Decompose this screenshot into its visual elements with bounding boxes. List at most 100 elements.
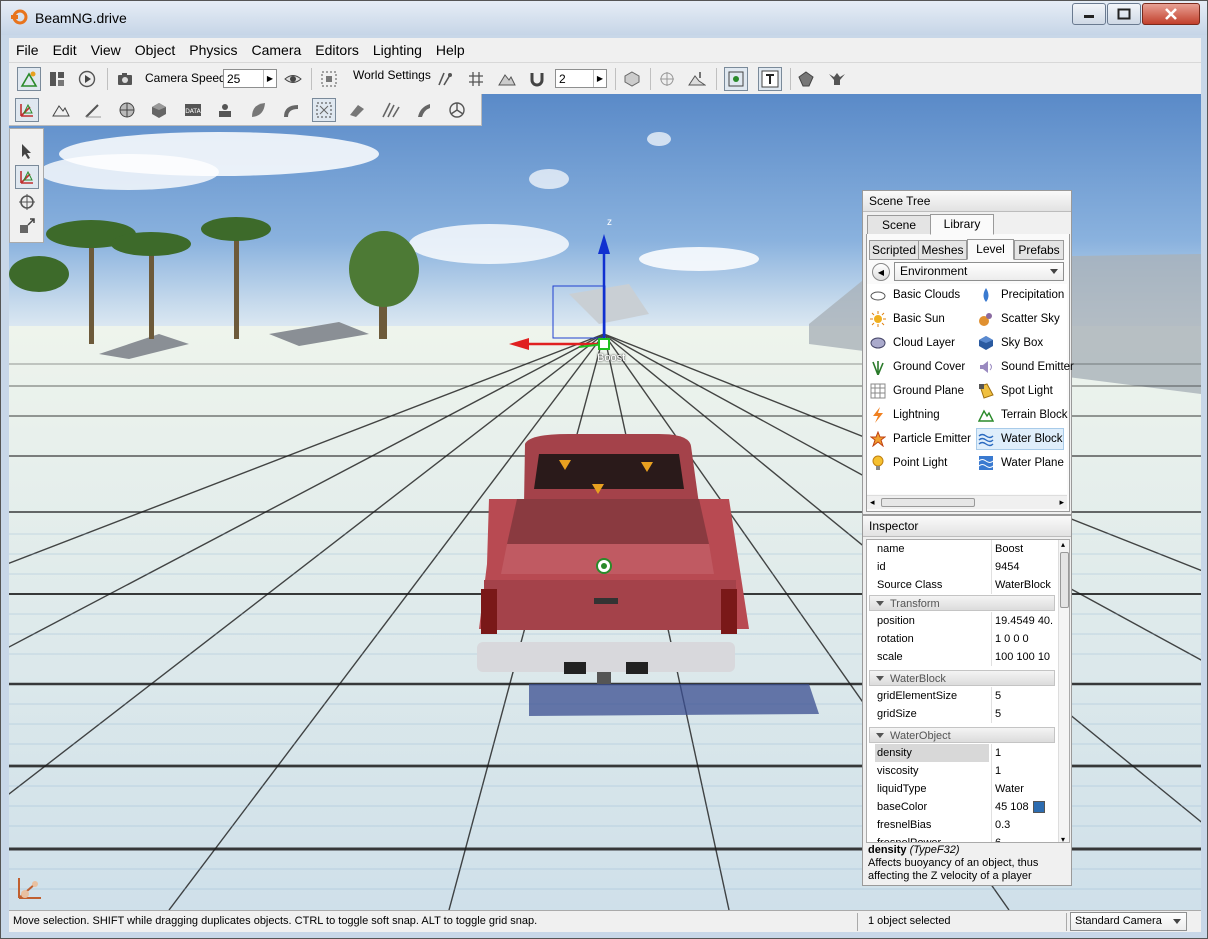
group-header-transform[interactable]: Transform	[869, 595, 1055, 611]
scroll-right-icon[interactable]: ▸	[1059, 497, 1064, 508]
navmesh-editor-button[interactable]	[413, 98, 437, 122]
play-button[interactable]	[75, 67, 99, 91]
property-value[interactable]: 45 108	[991, 798, 1031, 816]
property-value[interactable]: 100 100 10	[991, 648, 1053, 666]
scrollbar-thumb[interactable]	[881, 498, 975, 507]
inspector-vertical-scrollbar[interactable]: ▴ ▾	[1058, 540, 1069, 842]
collision-button[interactable]	[794, 67, 818, 91]
menu-help[interactable]: Help	[429, 39, 472, 61]
world-editor-button[interactable]	[17, 67, 41, 91]
subtab-level[interactable]: Level	[967, 239, 1014, 260]
property-row[interactable]: Source Class WaterBlock	[867, 576, 1055, 594]
camera-mode-dropdown[interactable]: Standard Camera	[1070, 912, 1187, 931]
material-editor-button[interactable]	[115, 98, 139, 122]
color-swatch[interactable]	[1033, 801, 1045, 813]
minimize-button[interactable]	[1072, 3, 1106, 25]
group-header-waterblock[interactable]: WaterBlock	[869, 670, 1055, 686]
property-value[interactable]: Water	[991, 780, 1053, 798]
camera-button[interactable]	[113, 67, 137, 91]
mesh-road-editor-button[interactable]	[379, 98, 403, 122]
datablock-editor-button[interactable]: DATA	[181, 98, 205, 122]
snap-value-input[interactable]: 2 ▶	[555, 69, 607, 88]
property-row[interactable]: gridElementSize 5	[867, 687, 1055, 705]
mesh-editor-button[interactable]	[147, 98, 171, 122]
list-item[interactable]: Basic Clouds	[869, 285, 960, 305]
list-item[interactable]: Ground Plane	[869, 381, 964, 401]
grid-snap-button[interactable]	[464, 67, 488, 91]
property-value[interactable]: 5	[991, 705, 1053, 723]
magnet-snap-button[interactable]	[525, 67, 549, 91]
drop-to-ground-button[interactable]	[685, 67, 709, 91]
property-value[interactable]: 9454	[991, 558, 1053, 576]
tab-library[interactable]: Library	[930, 214, 994, 235]
road-editor-button[interactable]	[279, 98, 303, 122]
list-item[interactable]: Water Plane	[977, 453, 1064, 473]
decal-editor-button[interactable]	[312, 98, 336, 122]
subtab-prefabs[interactable]: Prefabs	[1014, 240, 1064, 260]
visibility-button[interactable]	[281, 67, 305, 91]
property-row[interactable]: baseColor 45 108	[867, 798, 1055, 816]
rotate-tool-button[interactable]	[15, 190, 39, 214]
property-value[interactable]: 1 0 0 0	[991, 630, 1053, 648]
property-value[interactable]: 19.4549 40.5	[991, 612, 1053, 630]
property-row[interactable]: id 9454	[867, 558, 1055, 576]
list-item[interactable]: Sound Emitter	[977, 357, 1074, 377]
vehicle-button[interactable]	[825, 67, 849, 91]
object-settings-button[interactable]	[620, 67, 644, 91]
particle-editor-button[interactable]	[213, 98, 237, 122]
menu-lighting[interactable]: Lighting	[366, 39, 429, 61]
menu-edit[interactable]: Edit	[46, 39, 84, 61]
list-item-selected[interactable]: Water Block	[976, 428, 1064, 450]
property-row[interactable]: fresnelPower 6	[867, 834, 1055, 842]
property-row[interactable]: rotation 1 0 0 0	[867, 630, 1055, 648]
library-horizontal-scrollbar[interactable]: ◂ ▸	[867, 495, 1067, 509]
spin-arrow-icon[interactable]: ▶	[593, 70, 606, 87]
panels-button[interactable]	[45, 67, 69, 91]
property-row[interactable]: name Boost	[867, 540, 1055, 558]
drop-at-center-button[interactable]	[655, 67, 679, 91]
property-row[interactable]: gridSize 5	[867, 705, 1055, 723]
menu-view[interactable]: View	[84, 39, 128, 61]
list-item[interactable]: Precipitation	[977, 285, 1064, 305]
list-item[interactable]: Point Light	[869, 453, 947, 473]
terrain-painter-button[interactable]	[81, 98, 105, 122]
property-row[interactable]: fresnelBias 0.3	[867, 816, 1055, 834]
menu-camera[interactable]: Camera	[244, 39, 308, 61]
list-item[interactable]: Lightning	[869, 405, 940, 425]
close-button[interactable]	[1142, 3, 1200, 25]
select-tool-button[interactable]	[15, 139, 39, 163]
property-value[interactable]: Boost	[991, 540, 1053, 558]
snap-options-button[interactable]	[433, 67, 457, 91]
list-item[interactable]: Particle Emitter	[869, 429, 971, 449]
list-item[interactable]: Scatter Sky	[977, 309, 1060, 329]
scroll-down-icon[interactable]: ▾	[1061, 835, 1065, 842]
property-value[interactable]: WaterBlock	[991, 576, 1053, 594]
menu-editors[interactable]: Editors	[308, 39, 366, 61]
title-bar[interactable]: BeamNG.drive	[1, 1, 1207, 35]
shape-editor-button[interactable]	[445, 98, 469, 122]
camera-speed-input[interactable]: 25 ▶	[223, 69, 277, 88]
menu-object[interactable]: Object	[128, 39, 182, 61]
menu-file[interactable]: File	[9, 39, 46, 61]
group-header-waterobject[interactable]: WaterObject	[869, 727, 1055, 743]
subtab-scripted[interactable]: Scripted	[869, 240, 919, 260]
list-item[interactable]: Cloud Layer	[869, 333, 955, 353]
object-editor-button[interactable]	[15, 98, 39, 122]
move-tool-button[interactable]	[15, 165, 39, 189]
spin-arrow-icon[interactable]: ▶	[263, 70, 276, 87]
scroll-left-icon[interactable]: ◂	[870, 497, 875, 508]
property-row[interactable]: viscosity 1	[867, 762, 1055, 780]
terrain-editor-button[interactable]	[49, 98, 73, 122]
property-value[interactable]: 0.3	[991, 816, 1053, 834]
property-row[interactable]: liquidType Water	[867, 780, 1055, 798]
list-item[interactable]: Basic Sun	[869, 309, 945, 329]
property-row-selected[interactable]: density 1	[867, 744, 1055, 762]
property-value[interactable]: 6	[991, 834, 1053, 842]
property-value[interactable]: 1	[991, 744, 1053, 762]
scrollbar-thumb[interactable]	[1060, 552, 1069, 608]
tab-scene[interactable]: Scene	[867, 215, 931, 235]
property-row[interactable]: scale 100 100 10	[867, 648, 1055, 666]
list-item[interactable]: Ground Cover	[869, 357, 965, 377]
fit-selection-button[interactable]	[317, 67, 341, 91]
river-editor-button[interactable]	[345, 98, 369, 122]
